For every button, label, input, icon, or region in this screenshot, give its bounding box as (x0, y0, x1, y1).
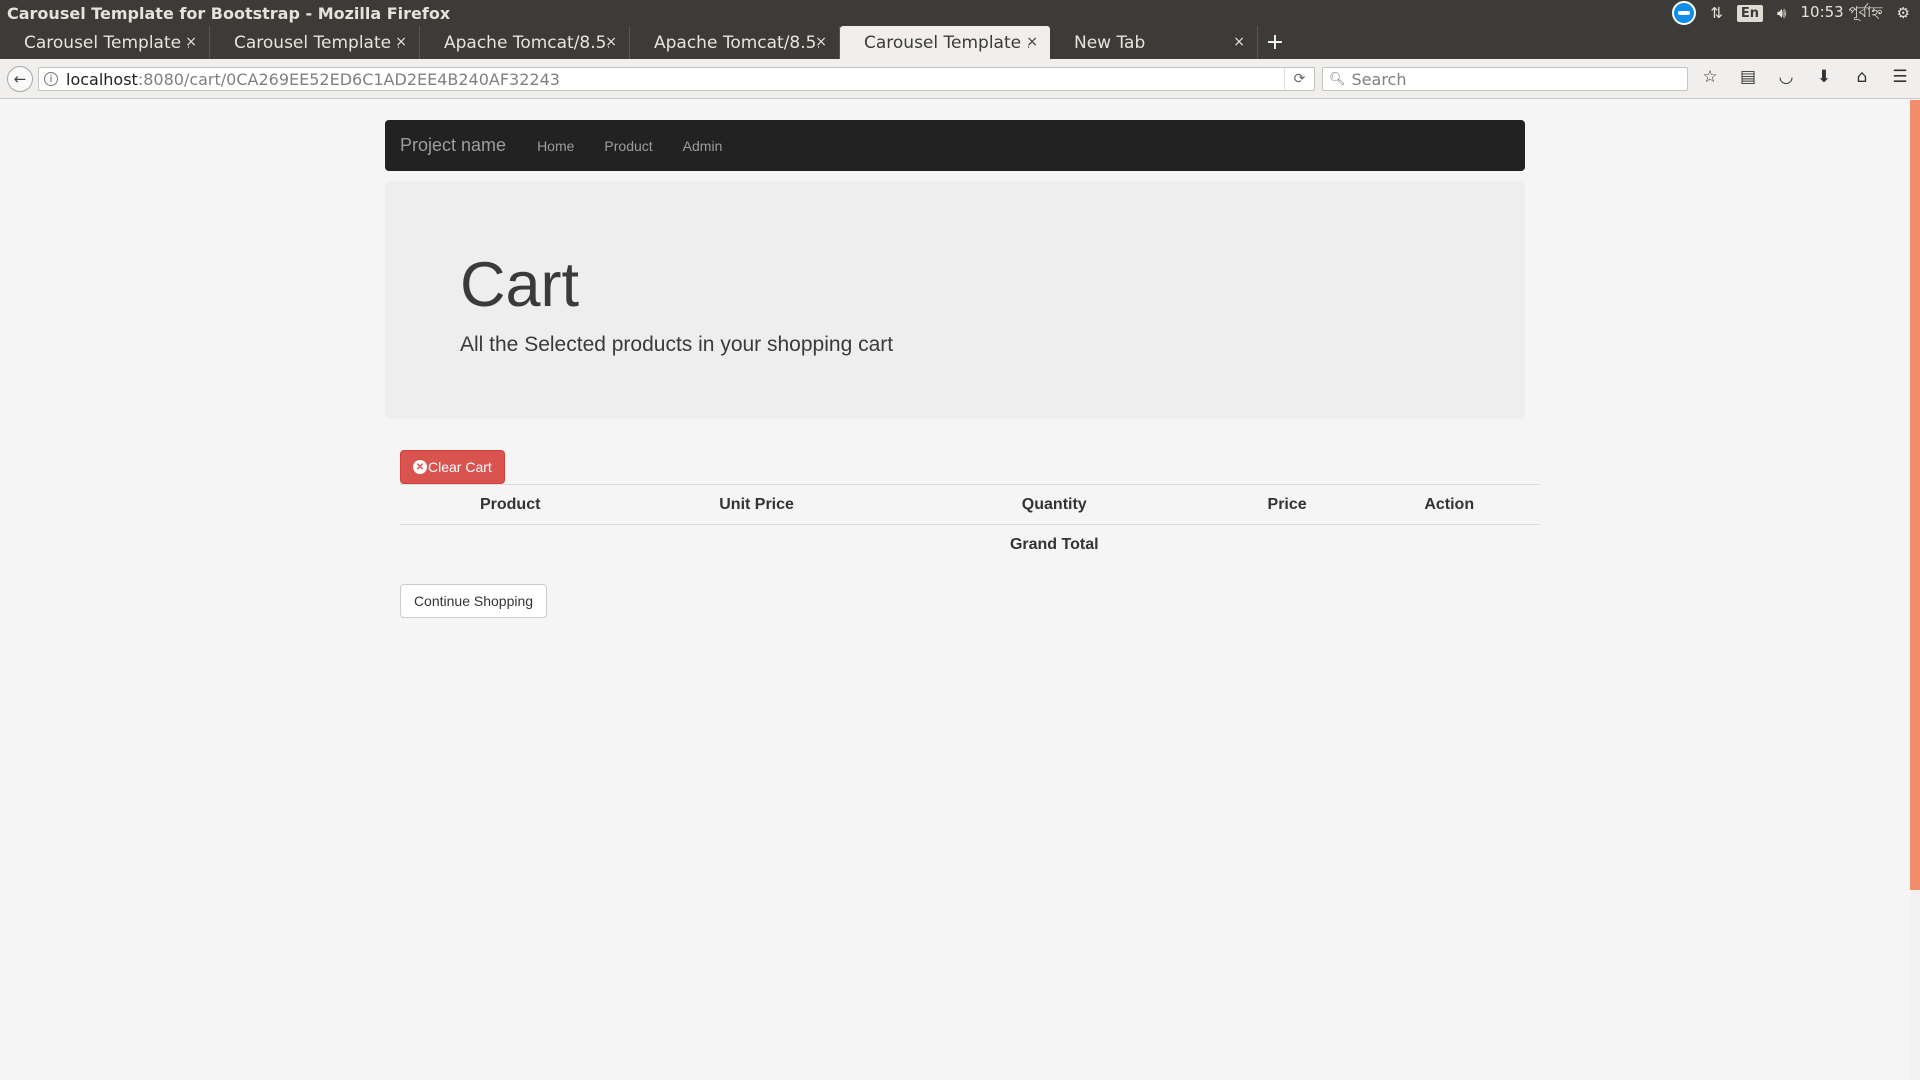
site-navbar: Project name Home Product Admin (385, 120, 1525, 171)
settings-gear-icon[interactable]: ⚙ (1897, 4, 1910, 22)
tab-label: Carousel Template ... (234, 32, 399, 53)
tab-close-icon[interactable]: × (185, 34, 197, 50)
url-host: localhost (66, 69, 138, 89)
search-input[interactable]: 🔍︎ Search (1322, 67, 1688, 91)
tab-close-icon[interactable]: × (395, 34, 407, 50)
reload-icon[interactable]: ⟳ (1284, 68, 1314, 90)
new-tab-plus-icon[interactable]: + (1258, 26, 1292, 59)
search-placeholder: Search (1351, 69, 1407, 89)
tab-close-icon[interactable]: × (1026, 34, 1038, 50)
teamviewer-icon[interactable] (1672, 1, 1697, 25)
tab-label: New Tab (1074, 32, 1146, 53)
nav-link-admin[interactable]: Admin (683, 138, 723, 154)
page-viewport: Project name Home Product Admin Cart All… (0, 100, 1910, 1080)
table-header-row: Product Unit Price Quantity Price Action (400, 484, 1540, 525)
clock[interactable]: 10:53 পূর্বাহ্ন (1801, 1, 1883, 26)
system-tray: ⇅ En 🔊︎ 10:53 পূর্বাহ্ন ⚙ (1672, 1, 1920, 26)
remove-circle-icon: ✕ (413, 460, 427, 474)
tab-new-tab[interactable]: New Tab × (1050, 26, 1258, 59)
bookmark-star-icon[interactable]: ☆ (1700, 67, 1720, 87)
nav-link-product[interactable]: Product (604, 138, 652, 154)
info-icon[interactable]: i (44, 72, 58, 86)
column-header-product: Product (400, 484, 621, 525)
clear-cart-button[interactable]: ✕ Clear Cart (400, 450, 505, 484)
search-icon: 🔍︎ (1329, 71, 1346, 87)
tab-close-icon[interactable]: × (605, 34, 617, 50)
reading-list-icon[interactable]: ▤ (1738, 67, 1758, 87)
navbar-brand[interactable]: Project name (385, 135, 506, 156)
page-title: Cart (460, 250, 580, 320)
column-header-action: Action (1358, 484, 1540, 525)
jumbotron: Cart All the Selected products in your s… (385, 181, 1525, 419)
hamburger-menu-icon[interactable]: ☰ (1890, 67, 1910, 87)
grand-total-label: Grand Total (1009, 535, 1099, 553)
toolbar-buttons: ☆ ▤ ◡ ⬇ ⌂ ☰ (1700, 67, 1910, 87)
browser-toolbar: ← i localhost :8080/cart/0CA269EE52ED6C1… (0, 59, 1920, 99)
download-arrow-icon[interactable]: ⬇ (1814, 67, 1834, 87)
back-arrow-icon[interactable]: ← (7, 65, 33, 92)
tab-label: Carousel Template ... (24, 32, 189, 53)
tab-tomcat-1[interactable]: Apache Tomcat/8.5.... × (420, 26, 630, 59)
tab-label: Apache Tomcat/8.5.... (444, 32, 609, 53)
tab-label: Apache Tomcat/8.5.... (654, 32, 819, 53)
home-icon[interactable]: ⌂ (1852, 67, 1872, 87)
keyboard-layout-indicator[interactable]: En (1736, 4, 1764, 22)
tab-tomcat-2[interactable]: Apache Tomcat/8.5.... × (630, 26, 840, 59)
window-title: Carousel Template for Bootstrap - Mozill… (7, 3, 451, 23)
os-title-bar: Carousel Template for Bootstrap - Mozill… (0, 0, 1920, 26)
tab-label: Carousel Template ... (864, 32, 1029, 53)
url-path: :8080/cart/0CA269EE52ED6C1AD2EE4B240AF32… (137, 69, 560, 89)
column-header-price: Price (1215, 484, 1359, 525)
clear-cart-label: Clear Cart (428, 459, 492, 475)
tab-close-icon[interactable]: × (815, 34, 827, 50)
volume-icon[interactable]: 🔊︎ (1777, 4, 1786, 22)
url-bar[interactable]: i localhost :8080/cart/0CA269EE52ED6C1AD… (38, 67, 1315, 91)
network-icon[interactable]: ⇅ (1710, 4, 1723, 22)
continue-shopping-button[interactable]: Continue Shopping (400, 584, 547, 618)
tab-strip: Carousel Template ... × Carousel Templat… (0, 26, 1920, 59)
column-header-unit-price: Unit Price (620, 484, 893, 525)
tab-carousel-2[interactable]: Carousel Template ... × (210, 26, 420, 59)
tab-close-icon[interactable]: × (1233, 34, 1245, 50)
tab-carousel-active[interactable]: Carousel Template ... × (840, 26, 1050, 59)
tab-carousel-1[interactable]: Carousel Template ... × (0, 26, 210, 59)
grand-total-row: Grand Total (400, 525, 1540, 565)
column-header-quantity: Quantity (892, 484, 1216, 525)
pocket-icon[interactable]: ◡ (1776, 67, 1796, 87)
cart-table: Product Unit Price Quantity Price Action… (400, 484, 1540, 565)
nav-link-home[interactable]: Home (537, 138, 574, 154)
page-subtitle: All the Selected products in your shoppi… (460, 333, 894, 356)
scrollbar-thumb[interactable] (1910, 100, 1920, 890)
